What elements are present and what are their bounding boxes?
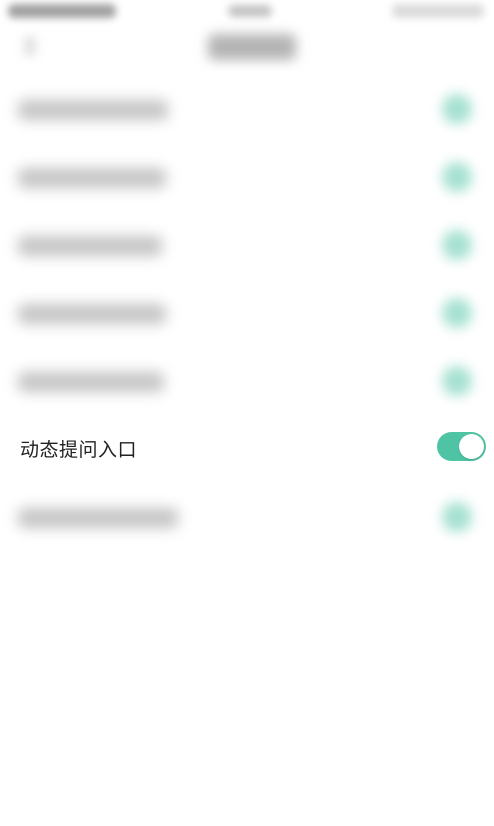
setting-row-label: 动态提问入口 — [20, 439, 138, 461]
toggle-knob — [459, 434, 484, 459]
status-bar-indicators — [392, 4, 484, 18]
page-title — [208, 34, 296, 60]
setting-row — [0, 212, 494, 280]
setting-row — [0, 348, 494, 416]
dynamic-question-entry-toggle[interactable] — [437, 432, 486, 461]
setting-row-label — [18, 168, 166, 188]
setting-toggle[interactable] — [442, 94, 472, 124]
setting-row — [0, 144, 494, 212]
setting-toggle[interactable] — [442, 366, 472, 396]
setting-row-label — [18, 372, 164, 392]
status-bar — [0, 0, 494, 26]
setting-toggle[interactable] — [442, 162, 472, 192]
setting-toggle[interactable] — [442, 502, 472, 532]
setting-row-label — [18, 304, 166, 324]
status-bar-carrier — [8, 4, 116, 18]
status-bar-time — [228, 5, 272, 17]
setting-row-dynamic-question-entry: 动态提问入口 — [0, 416, 494, 484]
setting-toggle[interactable] — [442, 298, 472, 328]
setting-row — [0, 76, 494, 144]
setting-row — [0, 280, 494, 348]
setting-toggle[interactable] — [442, 230, 472, 260]
setting-row-label — [18, 100, 168, 120]
back-arrow-icon[interactable] — [24, 36, 36, 56]
settings-screen: 动态提问入口 — [0, 0, 494, 826]
setting-row — [0, 484, 494, 552]
setting-row-label — [18, 236, 162, 256]
setting-row-label — [18, 508, 178, 528]
